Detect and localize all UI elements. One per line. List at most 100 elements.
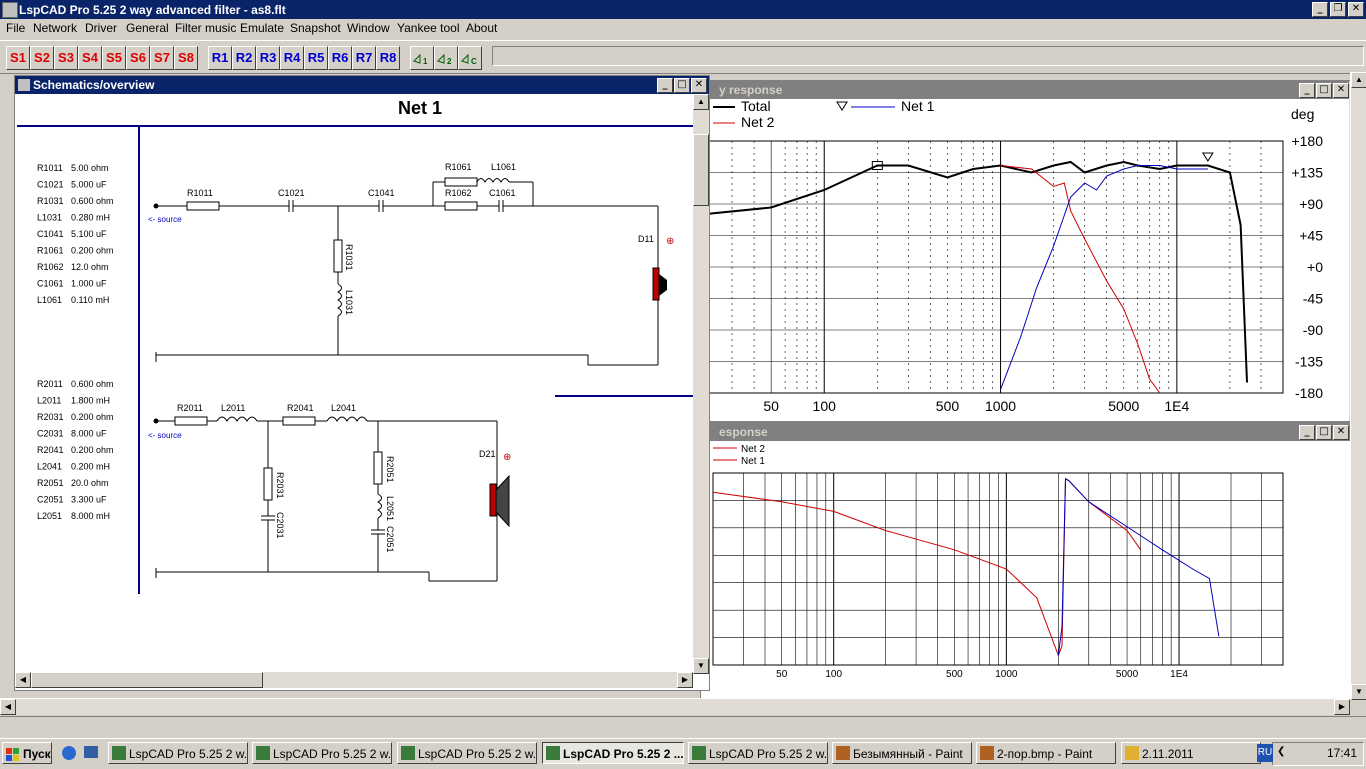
mdi-horizontal-scrollbar[interactable]: ◀ ▶	[0, 698, 1350, 715]
schematic-canvas[interactable]: Net 1 R1011 5.00 ohm C1021 5.000 uF R1031 0.6…	[15, 94, 693, 672]
menu-driver[interactable]: Driver	[85, 21, 117, 35]
frequency-response-window[interactable]: esponse _ □ ✕ Net 2 Net 1 50 100 500 1000 5000…	[700, 422, 1352, 700]
s7-button[interactable]: S7	[150, 46, 174, 70]
task-lspcad-active[interactable]: LspCAD Pro 5.25 2 ...	[542, 742, 684, 764]
task-lspcad-2[interactable]: LspCAD Pro 5.25 2 w...	[252, 742, 392, 764]
r2-button[interactable]: R2	[232, 46, 256, 70]
schematics-titlebar[interactable]: Schematics/overview _ □ ✕	[15, 76, 709, 94]
freq-close-button[interactable]: ✕	[1333, 425, 1349, 440]
ie-quicklaunch-icon[interactable]	[62, 746, 76, 760]
task-lspcad-1[interactable]: LspCAD Pro 5.25 2 w...	[108, 742, 248, 764]
mdi-scroll-left[interactable]: ◀	[0, 699, 16, 715]
phase-ytick-label: +90	[1299, 196, 1323, 212]
scroll-down-arrow[interactable]: ▼	[1351, 684, 1366, 700]
net1-component-value: 1.000 uF	[71, 279, 107, 289]
menu-filter-music[interactable]: Filter music	[175, 21, 236, 35]
s6-button[interactable]: S6	[126, 46, 150, 70]
schem-scroll-left[interactable]: ◀	[15, 672, 31, 688]
task-lspcad-3[interactable]: LspCAD Pro 5.25 2 w...	[397, 742, 537, 764]
menu-general[interactable]: General	[126, 21, 169, 35]
status-bar	[0, 716, 1366, 737]
net2-component-value: 0.600 ohm	[71, 379, 114, 389]
schem-scroll-up[interactable]: ▲	[693, 94, 709, 110]
task-folder[interactable]: 2.11.2011	[1121, 742, 1261, 764]
scroll-up-arrow[interactable]: ▲	[1351, 72, 1366, 88]
restore-button[interactable]: ❐	[1330, 2, 1346, 17]
phase-xtick-label: 1000	[985, 398, 1016, 414]
graphc-button[interactable]: C	[458, 46, 482, 70]
menu-yankee-tool[interactable]: Yankee tool	[397, 21, 460, 35]
menu-emulate[interactable]: Emulate	[240, 21, 284, 35]
schem-hscroll-thumb[interactable]	[31, 672, 263, 688]
phase-response-window[interactable]: y response _ □ ✕ Total Net 2 Net 1 deg +18…	[700, 80, 1365, 422]
schem-min-button[interactable]: _	[657, 78, 673, 93]
mdi-scroll-right[interactable]: ▶	[1334, 699, 1350, 715]
s5-button[interactable]: S5	[102, 46, 126, 70]
schematics-hscroll[interactable]: ◀ ▶	[15, 672, 693, 688]
s1-button[interactable]: S1	[6, 46, 30, 70]
phase-chart[interactable]: Total Net 2 Net 1 deg +180 +135 +90 +45 +0 -4…	[701, 99, 1349, 419]
freq-max-button[interactable]: □	[1316, 425, 1332, 440]
lbl-r1031: R1031	[344, 244, 354, 271]
net1-component-name: C1061	[37, 279, 64, 289]
r8-button[interactable]: R8	[376, 46, 400, 70]
menu-file[interactable]: File	[6, 21, 25, 35]
s8-button[interactable]: S8	[174, 46, 198, 70]
graph1-button[interactable]: 1	[410, 46, 434, 70]
freq-xtick-label: 50	[776, 669, 788, 680]
graph2-button[interactable]: 2	[434, 46, 458, 70]
s4-button[interactable]: S4	[78, 46, 102, 70]
phase-close-button[interactable]: ✕	[1333, 83, 1349, 98]
task-lspcad-5[interactable]: LspCAD Pro 5.25 2 w...	[688, 742, 828, 764]
tray-arrow-icon[interactable]: ❮	[1277, 746, 1285, 757]
menu-network[interactable]: Network	[33, 21, 77, 35]
freq-chart[interactable]: Net 2 Net 1 50 100 500 1000 5000 1E4	[701, 441, 1349, 697]
r1-button[interactable]: R1	[208, 46, 232, 70]
r5-button[interactable]: R5	[304, 46, 328, 70]
phase-window-titlebar[interactable]: y response _ □ ✕	[701, 81, 1351, 99]
r3-button[interactable]: R3	[256, 46, 280, 70]
freq-window-titlebar[interactable]: esponse _ □ ✕	[701, 423, 1351, 441]
desktop-quicklaunch-icon[interactable]	[84, 746, 98, 758]
lbl-c1021: C1021	[278, 188, 305, 198]
task-label: Безымянный - Paint	[853, 747, 963, 761]
task-paint-2[interactable]: 2-пор.bmp - Paint	[976, 742, 1116, 764]
mdi-vertical-scrollbar[interactable]: ▲ ▼	[1350, 72, 1366, 700]
phase-max-button[interactable]: □	[1316, 83, 1332, 98]
language-indicator[interactable]: RU	[1257, 744, 1273, 762]
schematics-window[interactable]: Schematics/overview _ □ ✕ Net 1 R1011 5.00 …	[14, 75, 710, 691]
net2-component-name: R2041	[37, 445, 64, 455]
r6-button[interactable]: R6	[328, 46, 352, 70]
net2-component-value: 1.800 mH	[71, 396, 110, 406]
lspcad-icon	[256, 746, 270, 760]
start-button[interactable]: Пуск	[2, 742, 52, 764]
r7-button[interactable]: R7	[352, 46, 376, 70]
schematics-vscroll[interactable]: ▲ ▼	[693, 94, 709, 674]
r4-button[interactable]: R4	[280, 46, 304, 70]
schematics-title: Schematics/overview	[33, 78, 155, 92]
task-paint-1[interactable]: Безымянный - Paint	[832, 742, 972, 764]
graph1-icon: 1	[413, 53, 428, 66]
schem-scroll-right[interactable]: ▶	[677, 672, 693, 688]
menu-window[interactable]: Window	[347, 21, 390, 35]
close-button[interactable]: ✕	[1348, 2, 1364, 17]
lbl-r2031: R2031	[275, 472, 285, 499]
minimize-button[interactable]: _	[1312, 2, 1328, 17]
schem-scroll-down[interactable]: ▼	[693, 658, 709, 674]
app-title-bar[interactable]: LspCAD Pro 5.25 2 way advanced filter - …	[0, 0, 1366, 19]
freq-legend-net2: Net 2	[741, 444, 765, 455]
lbl-l2011: L2011	[221, 403, 245, 413]
menu-about[interactable]: About	[466, 21, 497, 35]
schem-vscroll-thumb[interactable]	[693, 134, 709, 206]
schematics-window-icon[interactable]	[18, 79, 30, 91]
schem-close-button[interactable]: ✕	[691, 78, 707, 93]
phase-ylabel: deg	[1291, 106, 1314, 122]
freq-min-button[interactable]: _	[1299, 425, 1315, 440]
schem-max-button[interactable]: □	[674, 78, 690, 93]
s2-button[interactable]: S2	[30, 46, 54, 70]
menu-snapshot[interactable]: Snapshot	[290, 21, 341, 35]
phase-ytick-label: +45	[1299, 228, 1323, 244]
phase-min-button[interactable]: _	[1299, 83, 1315, 98]
app-icon[interactable]	[2, 2, 18, 18]
s3-button[interactable]: S3	[54, 46, 78, 70]
